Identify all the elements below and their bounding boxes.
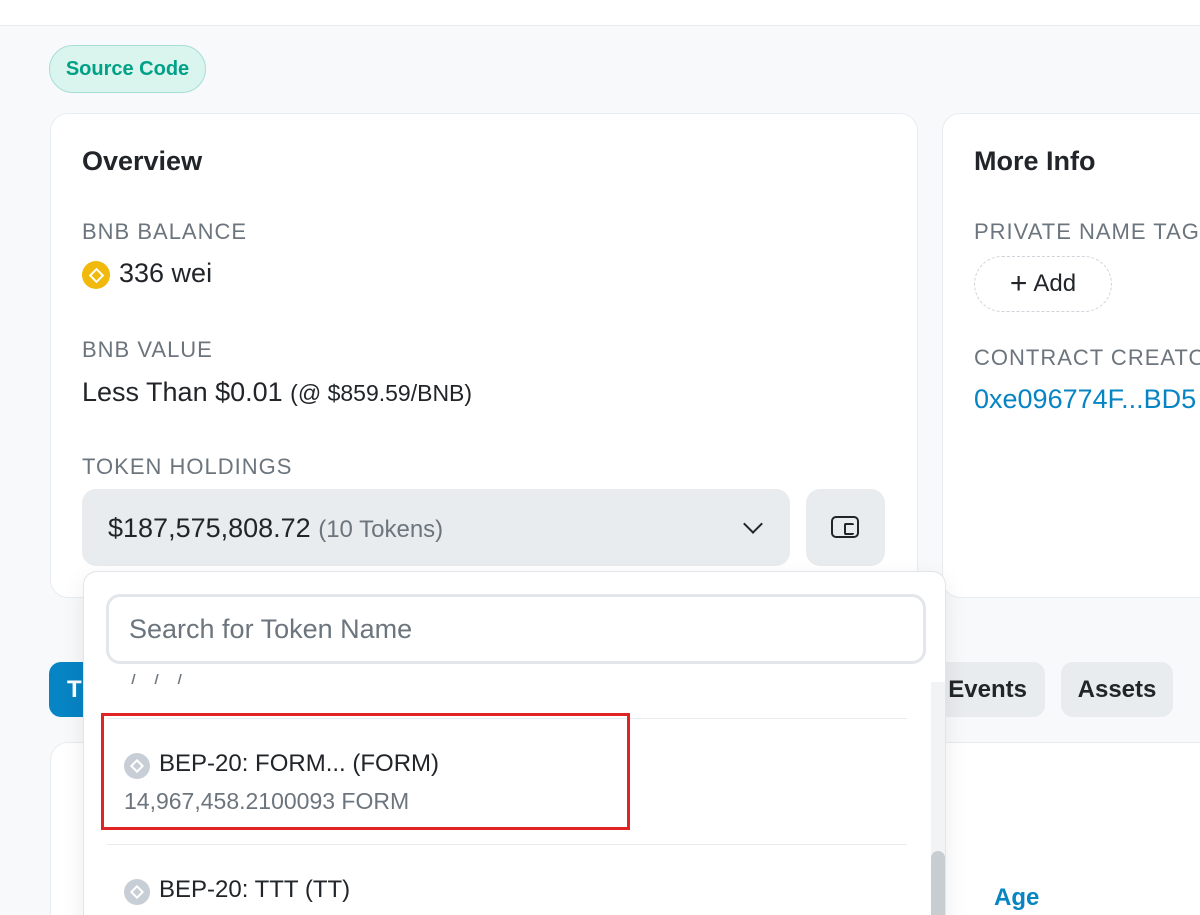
add-label: Add <box>1033 270 1077 297</box>
token-icon <box>124 879 150 905</box>
wallet-icon <box>831 516 859 538</box>
bnb-icon <box>82 261 110 289</box>
token-holdings-amount: $187,575,808.72 <box>108 513 311 543</box>
token-holdings-count: (10 Tokens) <box>318 516 444 543</box>
age-column-header[interactable]: Age <box>994 884 1039 912</box>
token-holdings-value: $187,575,808.72 (10 Tokens) <box>108 513 443 544</box>
bnb-balance-value: 336 wei <box>119 258 213 288</box>
contract-creator-link[interactable]: 0xe096774F...BD5 <box>974 384 1196 415</box>
token-search-input[interactable] <box>106 594 926 664</box>
tab-assets[interactable]: Assets <box>1061 662 1173 717</box>
token-holdings-label: TOKEN HOLDINGS <box>82 454 293 479</box>
cut-off-text: / / / <box>130 672 188 684</box>
bnb-value-label: BNB VALUE <box>82 337 213 362</box>
overview-title: Overview <box>82 146 203 176</box>
scrollbar-thumb[interactable] <box>931 851 945 915</box>
contract-creator-label: CONTRACT CREATOR <box>974 345 1200 370</box>
private-name-tag-label: PRIVATE NAME TAG <box>974 219 1200 244</box>
token-holdings-menu: / / / BEP-20: FORM... (FORM) 14,967,458.… <box>83 571 946 915</box>
bnb-value: Less Than $0.01 (@ $859.59/BNB) <box>82 377 472 408</box>
token-name: BEP-20: TTT (TT) <box>159 876 351 903</box>
add-name-tag-button[interactable]: + Add <box>974 256 1112 312</box>
source-code-badge[interactable]: Source Code <box>49 45 206 93</box>
token-holdings-dropdown[interactable]: $187,575,808.72 (10 Tokens) <box>82 489 790 566</box>
chevron-down-icon <box>743 514 763 534</box>
bnb-value-price: (@ $859.59/BNB) <box>290 380 473 406</box>
more-info-title: More Info <box>974 146 1096 176</box>
wallet-button[interactable] <box>806 489 885 566</box>
highlight-box <box>101 713 630 830</box>
divider <box>107 844 907 845</box>
bnb-value-main: Less Than $0.01 <box>82 377 283 407</box>
plus-icon: + <box>1009 267 1028 300</box>
tab-events[interactable]: Events <box>935 662 1045 717</box>
bnb-balance-label: BNB BALANCE <box>82 219 248 244</box>
top-bar <box>0 0 1200 26</box>
token-item-ttt[interactable]: BEP-20: TTT (TT) <box>124 876 624 915</box>
